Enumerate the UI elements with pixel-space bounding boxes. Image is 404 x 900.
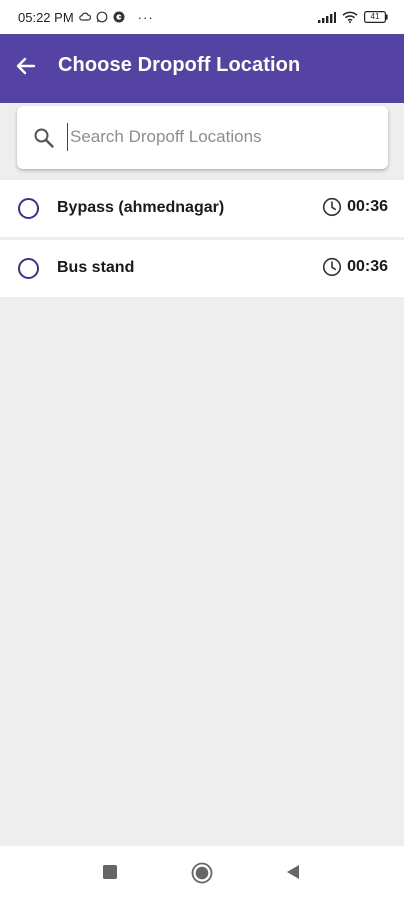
battery-icon: 41 [364,11,388,23]
whatsapp-icon [96,11,108,23]
recents-button[interactable] [100,862,120,882]
status-right: 41 [318,11,388,23]
location-label: Bypass (ahmednagar) [57,199,225,216]
clock-icon [322,257,342,277]
app-bar: Choose Dropoff Location [0,34,404,103]
search-icon [34,128,54,148]
radio-button[interactable] [18,198,39,219]
cloud-icon [78,12,91,22]
radio-button[interactable] [18,258,39,279]
back-triangle-icon [287,865,299,879]
page-title: Choose Dropoff Location [58,54,301,76]
search-box [17,106,388,169]
system-nav-bar [0,846,404,900]
status-time: 05:22 PM [18,9,74,25]
time-value: 00:36 [347,258,388,275]
time-info: 00:36 [322,197,388,217]
time-info: 00:36 [322,257,388,277]
arrow-left-icon [16,57,36,75]
wifi-icon [342,11,358,23]
battery-level: 41 [370,12,380,21]
location-label: Bus stand [57,259,135,276]
list-item-bus-stand[interactable]: Bus stand 00:36 [0,240,404,297]
location-list: Bypass (ahmednagar) 00:36 Bus stand 00:3… [0,180,404,297]
search-input[interactable] [67,123,370,151]
home-button[interactable] [191,862,213,884]
time-value: 00:36 [347,198,388,215]
more-notifications: ··· [137,9,154,25]
back-nav-button[interactable] [284,862,302,882]
clock-icon [322,197,342,217]
sync-icon [113,11,125,23]
signal-icon [318,11,336,23]
back-button[interactable] [12,52,40,80]
home-circle-icon [191,862,213,884]
list-item-bypass[interactable]: Bypass (ahmednagar) 00:36 [0,180,404,237]
status-left: 05:22 PM ··· [18,10,154,25]
status-bar: 05:22 PM ··· 41 [0,0,404,34]
square-icon [103,865,117,879]
